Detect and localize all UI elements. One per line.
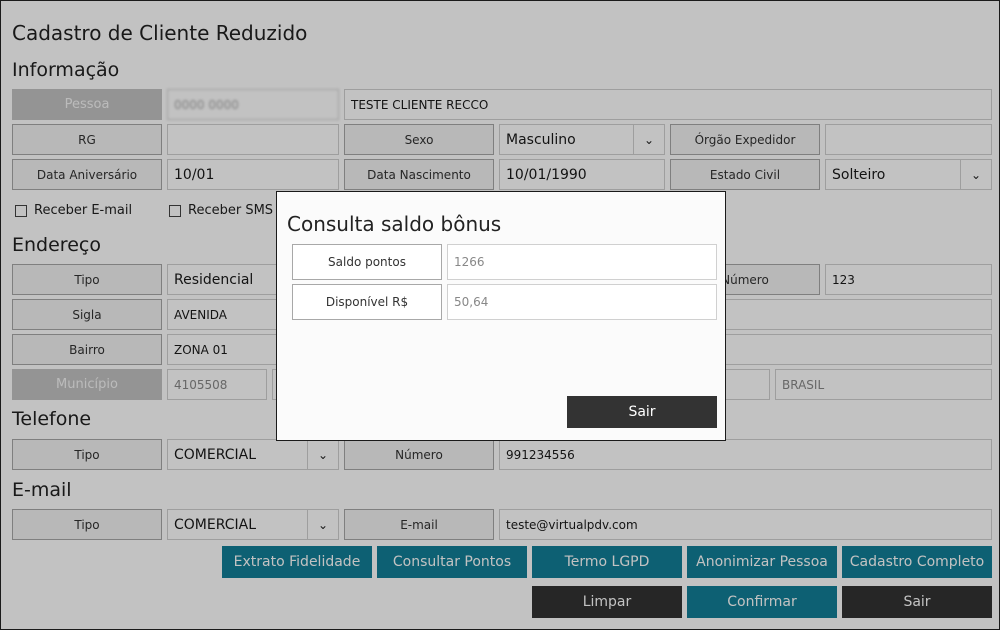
saldo-bonus-dialog: Consulta saldo bônus Saldo pontos 1266 D… [276, 191, 726, 441]
dialog-sair-button[interactable]: Sair [567, 396, 717, 428]
disponivel-label: Disponível R$ [292, 284, 442, 320]
dialog-title: Consulta saldo bônus [287, 212, 502, 236]
disponivel-value: 50,64 [447, 284, 717, 320]
saldo-pontos-label: Saldo pontos [292, 244, 442, 280]
saldo-pontos-value: 1266 [447, 244, 717, 280]
client-form-window: Cadastro de Cliente Reduzido Informação … [0, 0, 1000, 630]
